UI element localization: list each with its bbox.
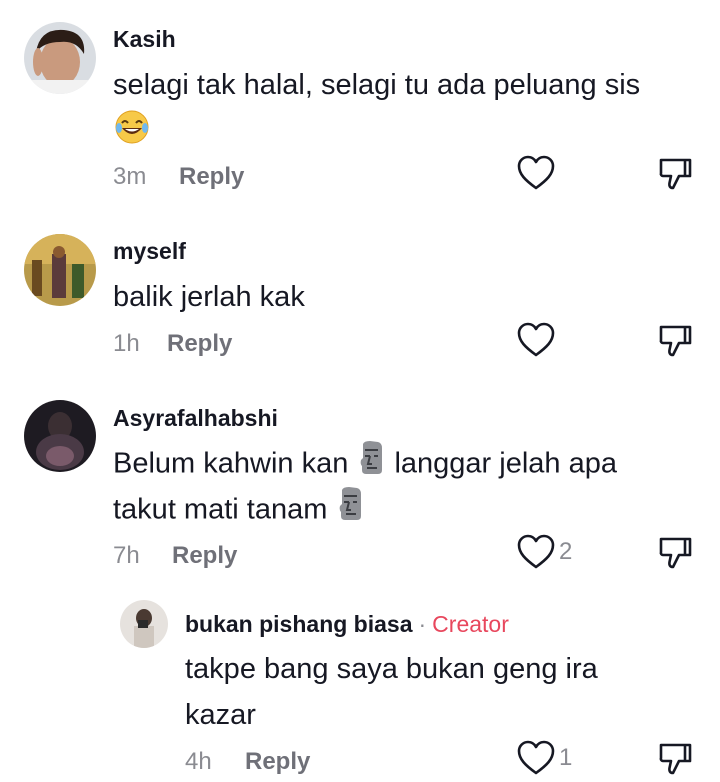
comment-username[interactable]: bukan pishang biasa · Creator [185, 611, 509, 638]
laughing-with-tears-emoji [113, 108, 151, 160]
creator-badge: Creator [432, 611, 509, 637]
thumbs-down-outline-icon [659, 325, 692, 357]
dislike-button[interactable] [657, 323, 693, 364]
comment-time: 3m [113, 163, 147, 190]
avatar[interactable] [120, 600, 168, 648]
comment-text: takut mati tanam [113, 486, 365, 536]
comment-text-line: Belum kahwin kan [113, 447, 349, 480]
reply-button[interactable]: Reply [172, 542, 237, 570]
reply-button[interactable]: Reply [179, 163, 244, 191]
reply-username-text: bukan pishang biasa [185, 611, 413, 637]
avatar[interactable] [24, 234, 96, 306]
comment-item: myself balik jerlah kak 1h Reply [0, 210, 720, 380]
avatar[interactable] [24, 22, 96, 94]
thumbs-down-outline-icon [659, 743, 692, 775]
comment-text: kazar [185, 699, 256, 731]
like-count: 2 [559, 538, 573, 565]
dislike-button[interactable] [657, 741, 693, 782]
dislike-button[interactable] [657, 156, 693, 197]
heart-outline-icon [517, 534, 555, 569]
comment-username[interactable]: Kasih [113, 26, 176, 53]
comment-text: balik jerlah kak [113, 281, 305, 313]
like-button[interactable] [517, 322, 555, 358]
like-button[interactable]: 1 [517, 740, 572, 776]
heart-outline-icon [517, 155, 555, 190]
comment-item: Asyrafalhabshi Belum kahwin kan langgar … [0, 380, 720, 590]
comment-username[interactable]: myself [113, 238, 186, 265]
comment-text-line: langgar jelah apa [394, 447, 617, 480]
dislike-button[interactable] [657, 535, 693, 576]
comment-item: Kasih selagi tak halal, selagi tu ada pe… [0, 0, 720, 210]
comment-text-line: selagi tak halal, selagi tu ada peluang … [113, 69, 641, 101]
moai-emoji [356, 440, 386, 490]
like-count: 1 [559, 744, 573, 771]
comment-text: selagi tak halal, selagi tu ada peluang … [113, 62, 640, 108]
comment-time: 4h [185, 748, 212, 775]
thumbs-down-outline-icon [659, 158, 692, 190]
heart-outline-icon [517, 322, 555, 357]
comment-reply-item: bukan pishang biasa · Creator takpe bang s… [0, 590, 720, 781]
comment-text-line: takut mati tanam [113, 493, 328, 526]
thumbs-down-outline-icon [659, 537, 692, 569]
moai-emoji [335, 486, 365, 536]
comment-time: 7h [113, 542, 140, 569]
like-button[interactable] [517, 155, 555, 191]
comment-text [113, 108, 151, 160]
comment-time: 1h [113, 330, 140, 357]
avatar[interactable] [24, 400, 96, 472]
heart-outline-icon [517, 740, 555, 775]
like-button[interactable]: 2 [517, 534, 572, 570]
comment-text: Belum kahwin kan langgar jelah apa [113, 440, 617, 490]
reply-button[interactable]: Reply [245, 748, 310, 776]
comment-username[interactable]: Asyrafalhabshi [113, 405, 278, 432]
separator-dot: · [418, 611, 427, 637]
reply-button[interactable]: Reply [167, 330, 232, 358]
comment-text: takpe bang saya bukan geng ira [185, 653, 598, 685]
